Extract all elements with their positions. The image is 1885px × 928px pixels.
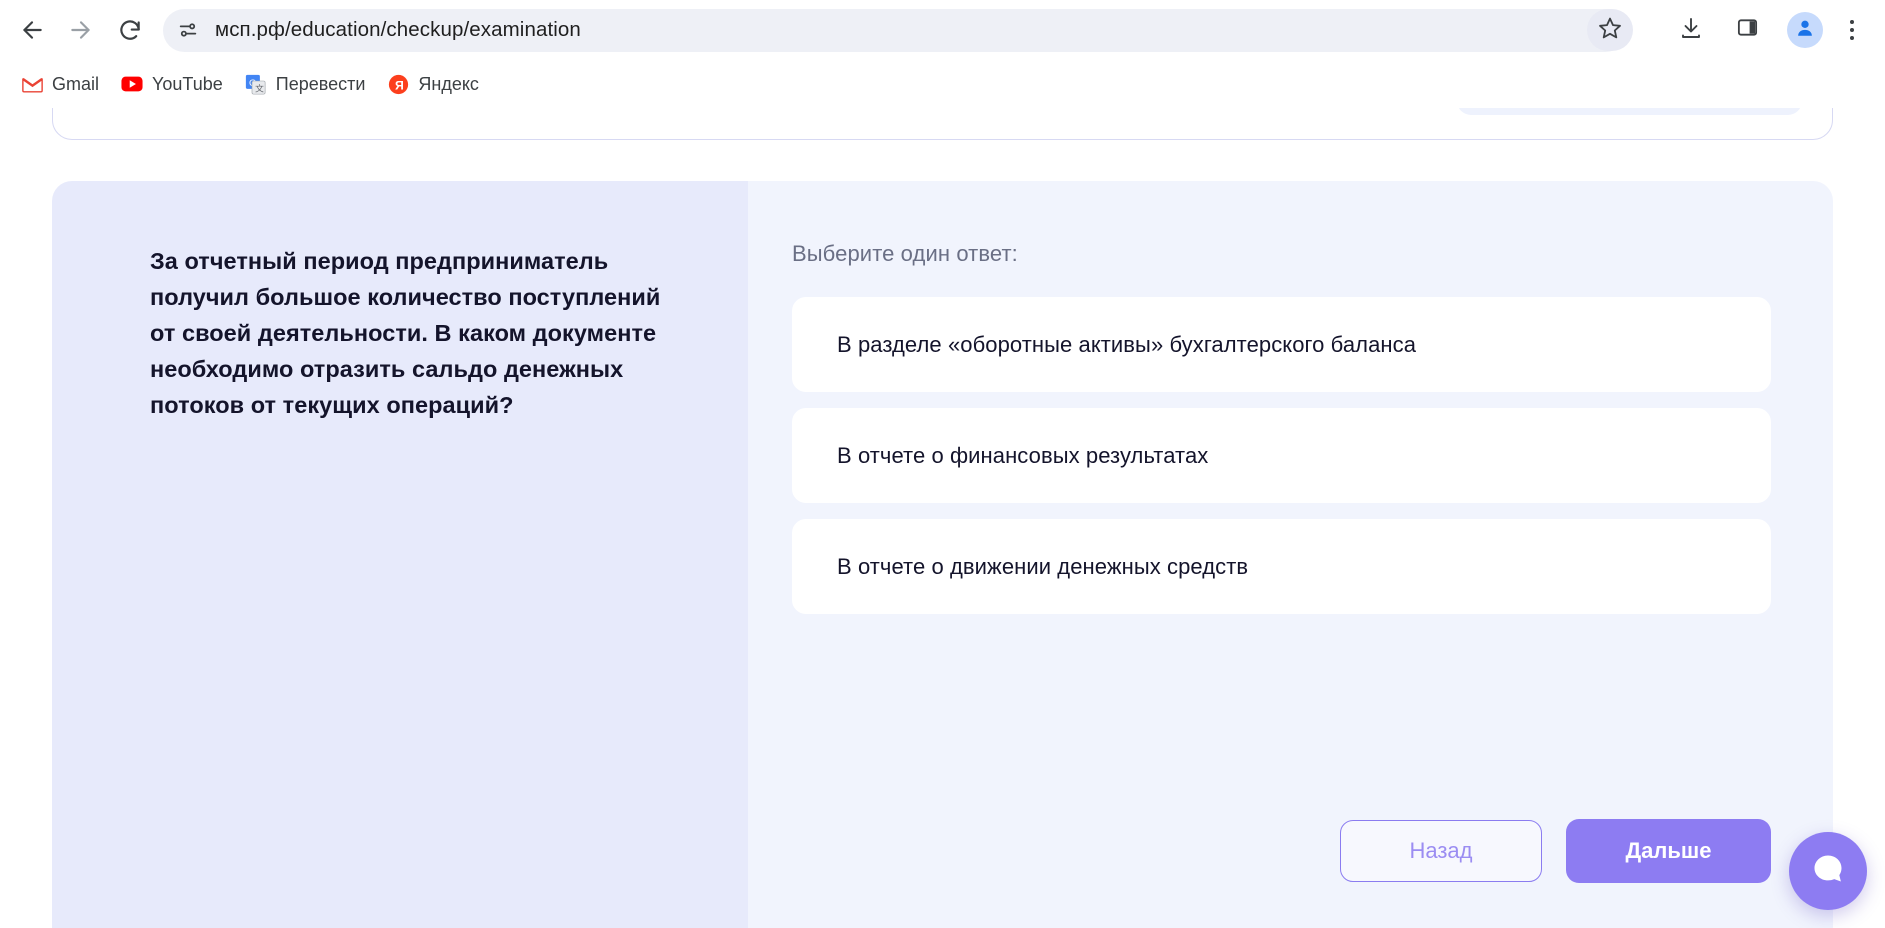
three-dot-menu-icon-3 [1850,36,1854,40]
back-arrow-icon [19,17,45,43]
answer-option-2[interactable]: В отчете о финансовых результатах [792,408,1771,503]
bookmark-gmail[interactable]: Gmail [10,68,110,100]
answer-option-label: В отчете о движении денежных средств [837,553,1249,579]
question-text: За отчетный период предприниматель получ… [150,248,661,418]
answers-pane: Выберите один ответ: В разделе «оборотны… [748,181,1833,928]
reload-button[interactable] [106,7,153,54]
bookmark-label: Перевести [275,73,366,94]
answer-option-label: В разделе «оборотные активы» бухгалтерск… [837,331,1417,357]
bookmark-star-icon [1598,16,1622,45]
three-dot-menu-icon-2 [1850,28,1854,32]
browser-chrome: мсп.рф/education/checkup/examination Gma… [0,0,1885,109]
svg-text:文: 文 [255,82,264,93]
browser-toolbar: мсп.рф/education/checkup/examination [0,0,1885,60]
bookmark-button[interactable] [1587,9,1633,51]
chat-widget-button[interactable] [1789,832,1867,910]
three-dot-menu-icon [1850,20,1854,24]
reload-icon [117,17,143,43]
bookmark-youtube[interactable]: YouTube [110,68,234,100]
chat-bubble-icon [1808,849,1848,894]
side-panel-button[interactable] [1727,10,1767,50]
yandex-icon: Я [387,73,409,95]
question-pane: За отчетный период предприниматель получ… [52,181,748,928]
side-panel-icon [1736,16,1759,44]
previous-section-chip [1457,108,1802,115]
back-button[interactable] [8,7,55,54]
quiz-footer-actions: Назад Дальше [1340,819,1771,883]
downloads-button[interactable] [1671,10,1711,50]
forward-arrow-icon [68,17,94,43]
back-button[interactable]: Назад [1340,820,1542,882]
bookmark-label: Яндекс [418,73,479,94]
quiz-panel: За отчетный период предприниматель получ… [52,181,1833,928]
answer-option-3[interactable]: В отчете о движении денежных средств [792,519,1771,614]
bookmarks-bar: Gmail YouTube G 文 Перевести [0,60,1885,108]
browser-menu-button[interactable] [1835,10,1869,50]
next-button[interactable]: Дальше [1566,819,1771,883]
site-settings-icon[interactable] [169,11,207,49]
previous-section-card [52,108,1833,140]
bookmark-translate[interactable]: G 文 Перевести [234,68,377,100]
bookmark-label: YouTube [152,73,223,94]
url-text: мсп.рф/education/checkup/examination [215,18,581,41]
download-icon [1679,16,1703,45]
bookmark-yandex[interactable]: Я Яндекс [376,68,490,100]
page-viewport: За отчетный период предприниматель получ… [0,108,1885,928]
answer-option-label: В отчете о финансовых результатах [837,442,1209,468]
answers-prompt: Выберите один ответ: [792,241,1018,266]
forward-button[interactable] [57,7,104,54]
profile-button[interactable] [1787,12,1823,48]
bookmark-label: Gmail [52,73,100,94]
google-translate-icon: G 文 [245,73,267,95]
address-bar[interactable]: мсп.рф/education/checkup/examination [163,8,1627,52]
svg-text:Я: Я [395,78,404,92]
profile-avatar-icon [1794,17,1816,44]
gmail-icon [21,73,43,95]
youtube-icon [121,73,143,95]
answer-option-1[interactable]: В разделе «оборотные активы» бухгалтерск… [792,297,1771,392]
